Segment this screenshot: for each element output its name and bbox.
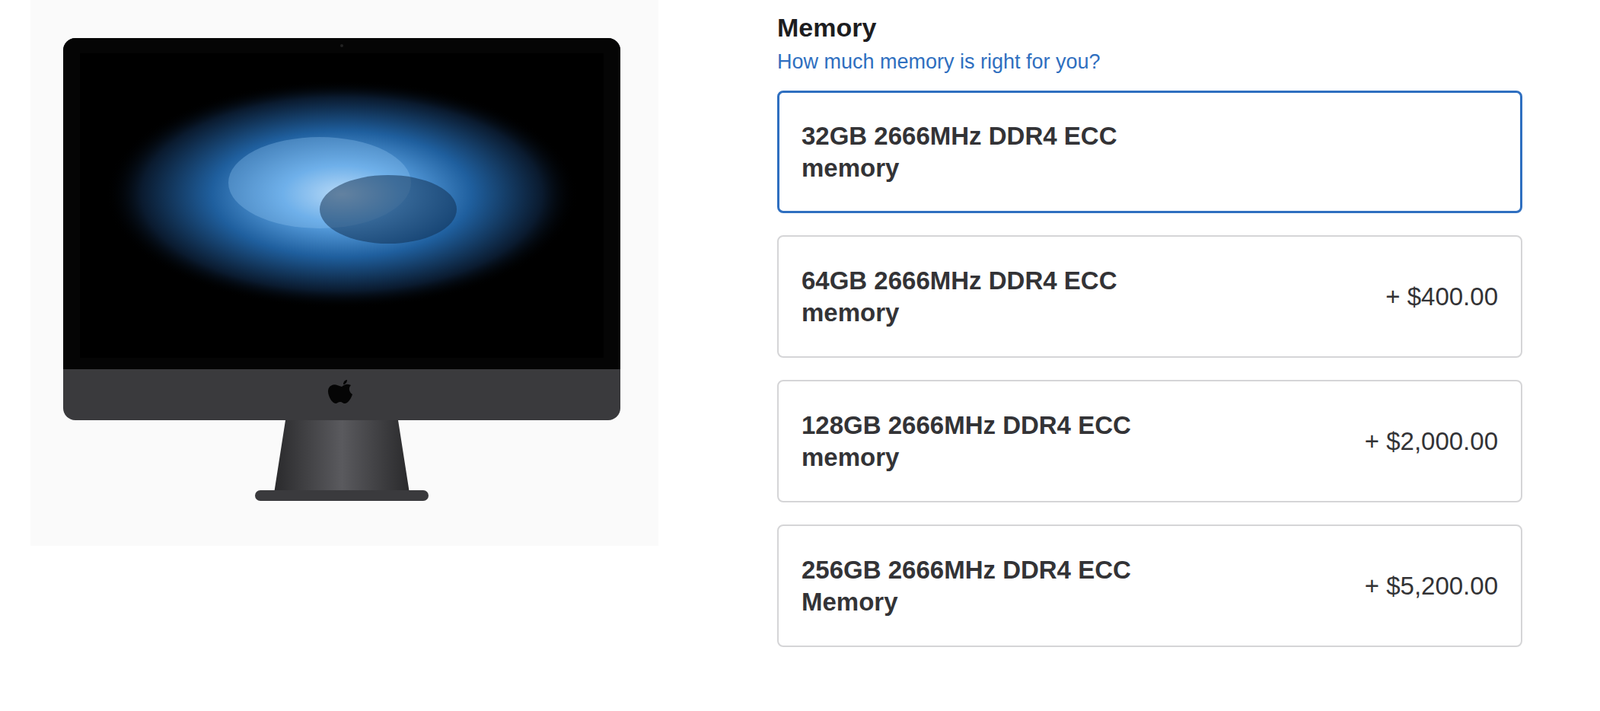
product-panel	[0, 0, 659, 711]
page: Memory How much memory is right for you?…	[0, 0, 1600, 711]
product-image	[30, 0, 659, 546]
memory-option[interactable]: 128GB 2666MHz DDR4 ECC memory + $2,000.00	[777, 379, 1523, 503]
imac-icon	[30, 0, 659, 546]
option-label: 128GB 2666MHz DDR4 ECC memory	[801, 409, 1183, 474]
memory-options: 32GB 2666MHz DDR4 ECC memory 64GB 2666MHz…	[777, 90, 1523, 648]
section-title: Memory	[777, 10, 1523, 45]
option-label: 256GB 2666MHz DDR4 ECC Memory	[801, 554, 1183, 619]
memory-section: Memory How much memory is right for you?…	[777, 0, 1523, 711]
memory-option[interactable]: 32GB 2666MHz DDR4 ECC memory	[777, 90, 1523, 214]
memory-option[interactable]: 64GB 2666MHz DDR4 ECC memory + $400.00	[777, 235, 1523, 358]
memory-option[interactable]: 256GB 2666MHz DDR4 ECC Memory + $5,200.00	[777, 524, 1523, 648]
option-label: 32GB 2666MHz DDR4 ECC memory	[801, 120, 1183, 185]
option-price: + $5,200.00	[1364, 567, 1499, 606]
option-price: + $2,000.00	[1364, 422, 1499, 461]
help-link[interactable]: How much memory is right for you?	[777, 48, 1101, 76]
option-price: + $400.00	[1385, 277, 1499, 316]
option-label: 64GB 2666MHz DDR4 ECC memory	[801, 264, 1183, 329]
